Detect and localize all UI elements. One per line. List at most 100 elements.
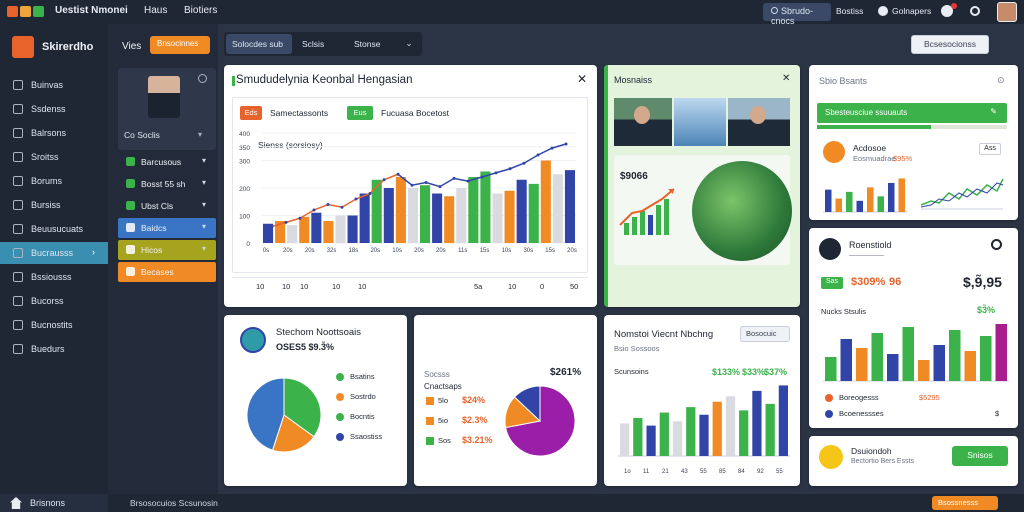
info-icon[interactable] — [198, 74, 207, 83]
green-banner[interactable]: Sbesteusciue ssuuauts ✎ — [817, 103, 1007, 123]
x-tick-label: 10s — [502, 248, 512, 254]
close-icon[interactable]: ✕ — [577, 72, 587, 86]
app-logo-icon — [7, 6, 18, 17]
brand-logo-icon — [12, 36, 34, 58]
legend-1: Boreogesss — [839, 393, 879, 402]
sidebar: Skirerdho Buinvas Ssdenss Balrsons Sroitss B… — [0, 24, 108, 512]
chevron-down-icon[interactable]: ▾ — [198, 130, 202, 139]
bar — [395, 177, 406, 243]
sidebar-item-borums[interactable]: Borums — [0, 170, 108, 192]
panel-item-label: Ubst Cls — [141, 201, 174, 211]
bar — [287, 225, 298, 243]
tab-dropdown[interactable]: ⌄ — [398, 34, 420, 54]
avatar[interactable] — [997, 2, 1017, 22]
x-tick-label: 84 — [738, 469, 745, 475]
status-button[interactable]: Bsossnesss — [932, 496, 998, 510]
sidebar-item-ssdenss[interactable]: Ssdenss — [0, 98, 108, 120]
sidebar-item-buinvas[interactable]: Buinvas — [0, 74, 108, 96]
action-button[interactable]: Snisos — [952, 446, 1008, 466]
sidebar-item-bucnostits[interactable]: Bucnostits — [0, 314, 108, 336]
row-swatch — [426, 417, 434, 425]
progress-strip — [817, 125, 1007, 129]
sidebar-item-label: Beuusucuats — [31, 224, 84, 234]
top-link[interactable]: Bostiss — [836, 6, 863, 16]
legend-dot — [825, 394, 833, 402]
bar — [528, 183, 539, 243]
settings-icon[interactable]: ⊙ — [997, 75, 1005, 86]
header-1: Socsss — [424, 370, 450, 379]
bar — [752, 390, 762, 456]
y-tick-label: 400 — [239, 131, 250, 138]
bar — [646, 425, 656, 456]
inbox-icon — [13, 176, 23, 186]
sub-text: ————— — [849, 252, 884, 259]
sidebar-item-bursiss[interactable]: Bursiss — [0, 194, 108, 216]
chevron-right-icon: › — [92, 247, 95, 257]
stat-3: $37% — [764, 367, 788, 377]
sidebar-item-label: Bursiss — [31, 200, 61, 210]
legend-dot — [336, 413, 344, 421]
sidebar-item-bssiousss[interactable]: Bssiousss — [0, 266, 108, 288]
chevron-down-icon: ▾ — [202, 200, 207, 209]
bottom-mid-card: Socsss $261% Cnactsaps 5lo $24% 5io $2.3% So… — [414, 315, 597, 486]
legend-3: Bcoenessses — [839, 409, 884, 418]
panel-item-becases[interactable]: Becases — [118, 262, 216, 282]
app-logo-icon — [20, 6, 31, 17]
tab-solocdes-sub[interactable]: Solocdes sub — [226, 34, 292, 54]
tab-sclsis[interactable]: Sclsis — [296, 34, 344, 54]
chart-icon — [126, 157, 135, 166]
panel-action-button[interactable]: Bnsocinnes — [150, 36, 210, 54]
status-text: Brsosocuios Scsunosin — [130, 498, 218, 508]
sidebar-item-bucorss[interactable]: Bucorss — [0, 290, 108, 312]
search-button[interactable]: Sbrudo-cnocs — [763, 3, 831, 26]
menu-haus[interactable]: Haus — [144, 5, 167, 16]
app-logo-icon — [33, 6, 44, 17]
sidebar-item-beuusucuats[interactable]: Beuusucuats — [0, 218, 108, 240]
panel-item-ubst-cls[interactable]: Ubst Cls ▾ — [118, 196, 216, 216]
sidebar-item-label: Buinvas — [31, 80, 64, 90]
bar — [480, 171, 491, 243]
trend-point — [424, 181, 428, 184]
toggle-icon[interactable] — [991, 239, 1002, 250]
sidebar-item-sroitss[interactable]: Sroitss — [0, 146, 108, 168]
footer-label: 10 — [508, 282, 517, 291]
panel-item-label: Bosst 55 sh — [141, 179, 186, 189]
bar — [633, 418, 643, 456]
chevron-down-icon: ▾ — [202, 244, 207, 253]
top-right-button[interactable]: Bcsesocionss — [911, 35, 989, 54]
card-button[interactable]: Bosocuic — [740, 326, 790, 342]
tab-stonse[interactable]: Stonse — [348, 34, 396, 54]
x-tick-label: 30s — [523, 248, 533, 254]
sidebar-item-buedurs[interactable]: Buedurs — [0, 338, 108, 360]
row-label: 5io — [438, 416, 449, 425]
panel-item-bosst-55-sh[interactable]: Bosst 55 sh ▾ — [118, 174, 216, 194]
close-icon[interactable]: ✕ — [782, 73, 790, 84]
settings-icon[interactable] — [970, 6, 980, 16]
trend-point — [452, 176, 456, 180]
panel-item-baidcs[interactable]: Baidcs ▾ — [118, 218, 216, 238]
bar — [620, 423, 630, 456]
legend-dot — [336, 373, 344, 381]
user-icon — [878, 6, 888, 16]
trend-point — [536, 153, 540, 157]
bar — [468, 177, 479, 243]
avatar — [240, 327, 266, 353]
chevron-down-icon: ⌄ — [405, 38, 413, 48]
bar — [980, 336, 992, 381]
bar — [739, 410, 749, 456]
legend-label: Bsatins — [350, 372, 375, 381]
font-icon — [126, 179, 135, 188]
media-card-header-bar — [604, 65, 608, 307]
sidebar-item-bucrausss[interactable]: Bucrausss › — [0, 242, 108, 264]
trend-point — [284, 220, 288, 224]
growth-chart — [619, 188, 675, 235]
user-label[interactable]: Golnapers — [892, 6, 931, 16]
x-tick-label: 18s — [349, 248, 359, 254]
panel-item-barcusous[interactable]: Barcusous ▾ — [118, 152, 216, 172]
bar — [712, 401, 722, 456]
menu-biotiers[interactable]: Biotiers — [184, 5, 217, 16]
panel-item-hicos[interactable]: Hicos ▾ — [118, 240, 216, 260]
sidebar-footer[interactable]: Brisnons — [0, 494, 108, 512]
status-badge[interactable]: Ass — [979, 143, 1001, 155]
sidebar-item-balrsons[interactable]: Balrsons — [0, 122, 108, 144]
